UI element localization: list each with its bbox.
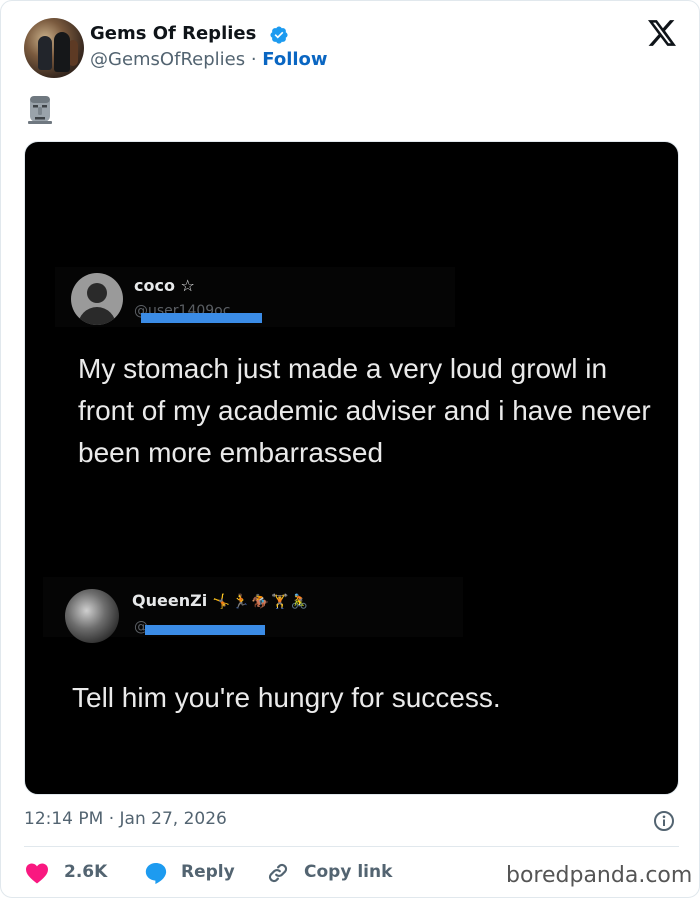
redaction-bar (141, 313, 262, 323)
reply-bubble-icon[interactable] (144, 861, 168, 885)
x-logo-icon[interactable] (648, 20, 676, 46)
redaction-bar (145, 625, 265, 635)
tweet2-username-text: QueenZi (132, 591, 208, 610)
tweet2-text: Tell him you're hungry for success. (72, 682, 501, 713)
author-avatar[interactable] (24, 18, 84, 78)
tweet1-text: My stomach just made a very loud growl i… (78, 353, 651, 468)
tweet2-username: QueenZi 🤸🏃🏇🏋🚴 (132, 591, 310, 612)
queenzi-avatar (65, 589, 119, 643)
author-handle-row: @GemsOfReplies · Follow (90, 48, 328, 72)
boredpanda-watermark: boredpanda.com (506, 863, 693, 888)
default-profile-avatar (71, 273, 123, 325)
info-icon[interactable] (653, 810, 675, 832)
separator-dot: · (245, 49, 263, 70)
moai-emoji-icon (28, 96, 52, 124)
heart-icon[interactable] (25, 862, 49, 884)
copy-link-button[interactable]: Copy link (304, 860, 392, 884)
tweet2-username-emojis: 🤸🏃🏇🏋🚴 (212, 594, 310, 610)
copy-link-icon[interactable] (266, 861, 290, 885)
tweet1-username: coco ☆ (134, 276, 195, 295)
embedded-screenshot-image[interactable]: coco ☆ @user1409oc My stomach just made … (24, 141, 679, 795)
divider (24, 846, 679, 847)
post-timestamp[interactable]: 12:14 PM · Jan 27, 2026 (24, 808, 227, 830)
reply-button[interactable]: Reply (181, 860, 235, 884)
verified-badge-icon (270, 26, 288, 44)
follow-button[interactable]: Follow (262, 49, 327, 70)
author-name[interactable]: Gems Of Replies (90, 22, 256, 46)
likes-count[interactable]: 2.6K (64, 860, 107, 884)
tweet-card: Gems Of Replies @GemsOfReplies · Follow … (0, 0, 700, 898)
author-handle[interactable]: @GemsOfReplies (90, 49, 245, 70)
